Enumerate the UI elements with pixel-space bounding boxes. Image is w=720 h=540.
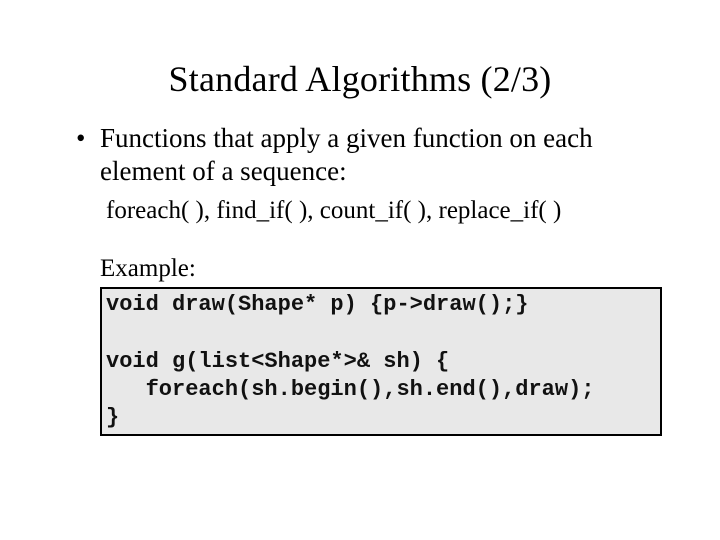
function-list: foreach( ), find_if( ), count_if( ), rep… <box>106 195 672 228</box>
slide-title: Standard Algorithms (2/3) <box>0 58 720 100</box>
bullet-list: Functions that apply a given function on… <box>76 122 672 189</box>
bullet-item: Functions that apply a given function on… <box>76 122 672 189</box>
example-label: Example: <box>100 255 672 283</box>
slide: Standard Algorithms (2/3) Functions that… <box>0 58 720 540</box>
slide-body: Functions that apply a given function on… <box>76 122 672 436</box>
code-box: void draw(Shape* p) {p->draw();} void g(… <box>100 287 662 436</box>
